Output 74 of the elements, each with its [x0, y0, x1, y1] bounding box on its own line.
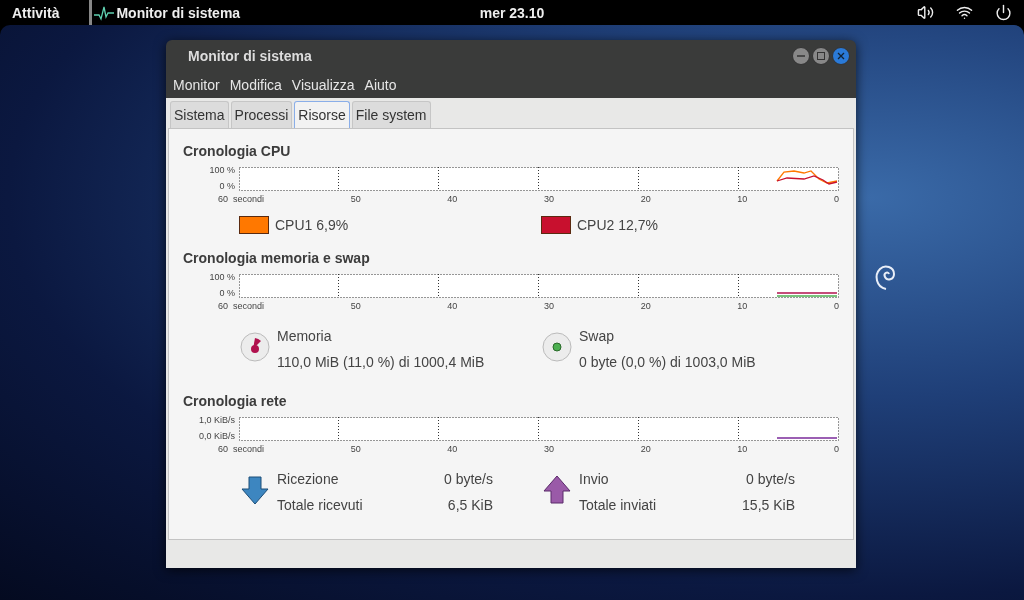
rate-value: 0 byte/s [442, 471, 493, 487]
menu-item[interactable]: Visualizza [286, 77, 360, 93]
axis-label: 0,0 KiB/s [198, 431, 235, 441]
minimize-button[interactable] [792, 47, 810, 65]
legend-label: Ricezione [277, 471, 340, 487]
maximize-button[interactable] [812, 47, 830, 65]
legend-label: Swap [579, 328, 616, 344]
power-icon[interactable] [995, 4, 1012, 21]
axis-label: 40 [447, 301, 458, 311]
pie-gauge-icon [239, 331, 271, 363]
axis-label: 0 % [219, 181, 235, 191]
minus-icon [797, 52, 805, 60]
volume-icon[interactable] [917, 4, 934, 21]
arrow-down-icon [239, 474, 271, 506]
axis-label: 100 % [209, 165, 235, 175]
axis-label: 30 [544, 444, 554, 454]
axis-label: 1,0 KiB/s [198, 415, 235, 425]
clock[interactable]: mer 23.10 [479, 4, 545, 21]
axis-label: 20 [640, 301, 651, 311]
rate-value: 0 byte/s [744, 471, 795, 487]
gauge-icon [541, 331, 573, 363]
legend-label: CPU2 12,7% [577, 217, 658, 233]
axis-label: 30 [544, 301, 554, 311]
axis-label: 10 [737, 194, 748, 204]
legend-label: Totale inviati [579, 497, 658, 513]
memory-lines [776, 292, 838, 297]
axis-label: 0 % [219, 288, 235, 298]
axis-label: 100 % [209, 272, 235, 282]
cpu-lines [776, 170, 838, 185]
menu-item[interactable]: Aiuto [359, 77, 402, 93]
section-title: Cronologia CPU [183, 143, 292, 159]
legend-label: CPU1 6,9% [275, 217, 349, 233]
axis-label: 0 [833, 194, 839, 204]
axis-label: 0 [833, 444, 839, 454]
axis-label: 10 [737, 444, 748, 454]
legend-label: Invio [579, 471, 610, 487]
axis-label: 30 [544, 194, 554, 204]
arrow-up-icon [541, 474, 573, 506]
axis-label: 50 [350, 444, 361, 454]
color-swatch[interactable] [541, 216, 571, 234]
tab[interactable]: Processi [230, 101, 293, 128]
axis-label: 60 secondi [218, 194, 265, 204]
axis-label: 40 [447, 444, 458, 454]
window-title: Monitor di sistema [188, 48, 313, 64]
wifi-icon[interactable] [956, 4, 973, 21]
network-line [776, 437, 838, 439]
menu-item[interactable]: Modifica [224, 77, 287, 93]
tab[interactable]: File system [351, 101, 431, 128]
close-icon [837, 52, 845, 60]
tab[interactable]: Risorse [294, 101, 350, 128]
axis-label: 50 [350, 194, 361, 204]
activities-button[interactable]: Attività [0, 4, 72, 21]
usage-value: 110,0 MiB (11,0 %) di 1000,4 MiB [277, 354, 486, 370]
axis-label: 10 [737, 301, 748, 311]
pulse-icon [94, 4, 115, 21]
usage-value: 0 byte (0,0 %) di 1003,0 MiB [579, 354, 757, 370]
tab[interactable]: Sistema [170, 101, 229, 128]
color-swatch[interactable] [239, 216, 269, 234]
axis-label: 20 [640, 444, 651, 454]
total-value: 15,5 KiB [741, 497, 795, 513]
axis-label: 60 secondi [218, 301, 265, 311]
square-icon [817, 52, 825, 60]
axis-label: 40 [447, 194, 458, 204]
axis-label: 60 secondi [218, 444, 265, 454]
axis-label: 0 [833, 301, 839, 311]
total-value: 6,5 KiB [446, 497, 493, 513]
axis-label: 50 [350, 301, 361, 311]
section-title: Cronologia rete [183, 393, 288, 409]
section-title: Cronologia memoria e swap [183, 250, 371, 266]
axis-label: 20 [640, 194, 651, 204]
close-button[interactable] [832, 47, 850, 65]
menu-item[interactable]: Monitor [168, 77, 225, 93]
legend-label: Memoria [277, 328, 333, 344]
legend-label: Totale ricevuti [277, 497, 364, 513]
